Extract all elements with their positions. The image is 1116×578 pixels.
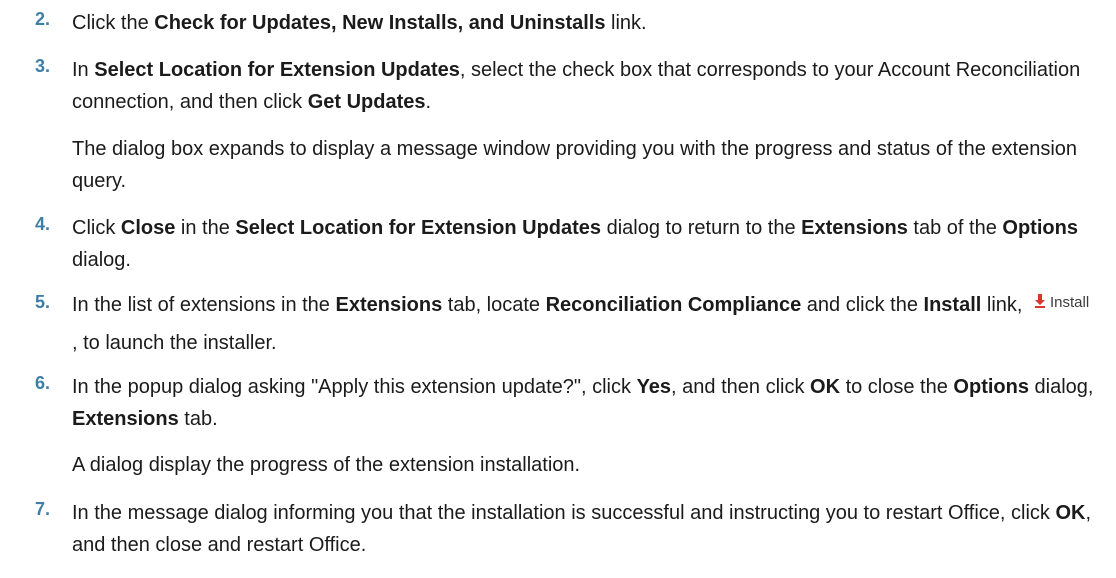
step-note: A dialog display the progress of the ext… bbox=[72, 454, 581, 476]
step-text: In Select Location for Extension Updates… bbox=[72, 59, 1081, 113]
step-text: In the popup dialog asking "Apply this e… bbox=[72, 376, 1094, 430]
link-label: Check for Updates, New Installs, and Uni… bbox=[154, 12, 606, 34]
link-name: Install bbox=[923, 294, 982, 316]
install-download-icon: Install bbox=[1034, 284, 1089, 321]
dialog-name: Select Location for Extension Updates bbox=[94, 59, 460, 81]
dialog-name: Options bbox=[953, 376, 1029, 398]
dialog-name: Select Location for Extension Updates bbox=[235, 217, 602, 239]
button-name: OK bbox=[810, 376, 841, 398]
step-note: The dialog box expands to display a mess… bbox=[72, 138, 1078, 192]
button-name: OK bbox=[1055, 502, 1086, 524]
step-number: 6. bbox=[35, 373, 51, 393]
tab-name: Extensions bbox=[801, 217, 908, 239]
step-text: In the list of extensions in the Extensi… bbox=[72, 287, 1096, 362]
step-number: 5. bbox=[35, 292, 51, 312]
button-name: Close bbox=[120, 217, 176, 239]
step-number: 2. bbox=[35, 9, 51, 29]
step-text: In the message dialog informing you that… bbox=[72, 502, 1092, 556]
step-text: Click the Check for Updates, New Install… bbox=[72, 12, 647, 34]
step-text: Click Close in the Select Location for E… bbox=[72, 217, 1078, 271]
tab-name: Extensions bbox=[72, 408, 179, 430]
extension-name: Reconciliation Compliance bbox=[545, 294, 802, 316]
document-body: 2. Click the Check for Updates, New Inst… bbox=[0, 0, 1116, 578]
dialog-name: Options bbox=[1002, 217, 1078, 239]
button-name: Get Updates bbox=[307, 91, 426, 113]
step-number: 7. bbox=[35, 499, 51, 519]
step-number: 3. bbox=[35, 56, 51, 76]
step-number: 4. bbox=[35, 214, 51, 234]
tab-name: Extensions bbox=[335, 294, 443, 316]
download-arrow-icon bbox=[1034, 294, 1046, 308]
button-name: Yes bbox=[636, 376, 672, 398]
